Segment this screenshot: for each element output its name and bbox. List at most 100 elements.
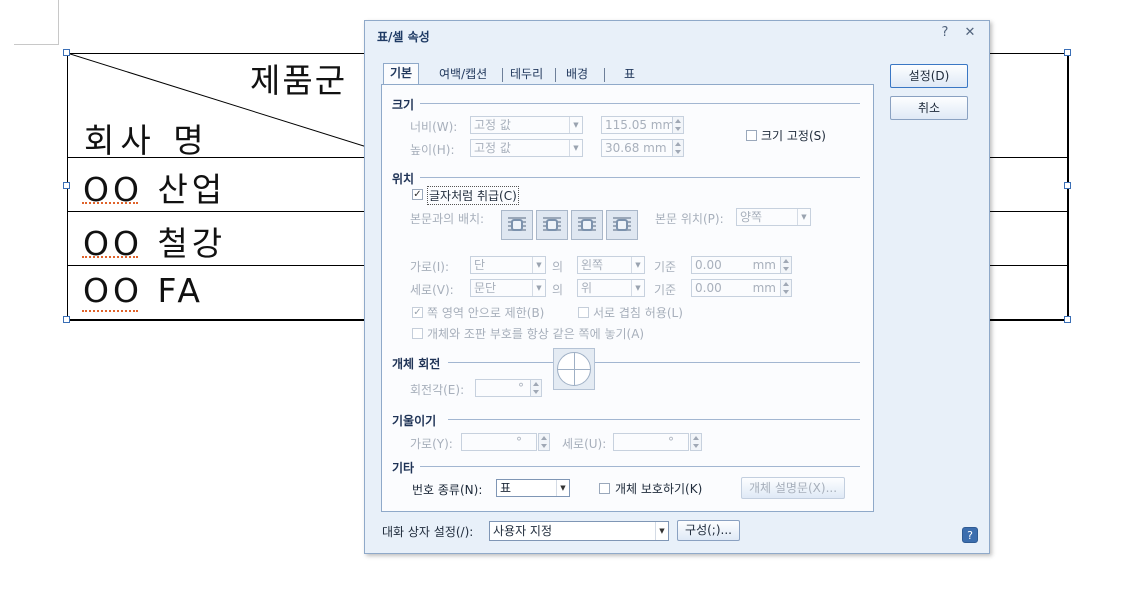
horiz-value-input[interactable]: 0.00 mm — [691, 256, 781, 274]
number-type-label: 번호 종류(N): — [412, 483, 483, 497]
resize-handle[interactable] — [1064, 316, 1071, 323]
rotation-dial-icon — [553, 348, 595, 390]
text-position-select[interactable]: 양쪽 ▼ — [736, 208, 811, 226]
rotation-angle-input[interactable]: ° — [475, 379, 531, 397]
chevron-down-icon: ▼ — [569, 117, 582, 133]
text-position-value: 양쪽 — [740, 210, 763, 224]
tab-border[interactable]: 테두리 — [510, 65, 543, 84]
table-row: OO FA — [83, 271, 204, 310]
height-label: 높이(H): — [410, 143, 455, 157]
vert-align-value: 위 — [581, 281, 593, 295]
skew-horiz-input[interactable]: ° — [461, 433, 537, 451]
section-rotation: 개체 회전 — [392, 357, 441, 371]
tab-basic[interactable]: 기본 — [383, 63, 420, 85]
tab-separator — [604, 68, 605, 82]
allow-overlap-checkbox[interactable] — [578, 307, 589, 318]
horiz-label: 가로(I): — [410, 260, 450, 274]
chevron-down-icon: ▼ — [569, 140, 582, 156]
rotation-spinner[interactable] — [530, 379, 542, 397]
protect-object-checkbox[interactable] — [599, 483, 610, 494]
object-description-button[interactable]: 개체 설명문(X)... — [741, 477, 845, 499]
cancel-button[interactable]: 취소 — [890, 96, 968, 120]
wrap-behind-text-icon[interactable] — [571, 210, 603, 240]
skew-vert-label: 세로(U): — [562, 437, 607, 451]
tab-margin-caption[interactable]: 여백/캡션 — [439, 65, 487, 84]
page-corner-mark — [58, 0, 59, 44]
horiz-of-label: 의 — [552, 260, 564, 274]
number-type-value: 표 — [500, 481, 512, 495]
compose-button[interactable]: 구성(;)... — [677, 520, 740, 541]
horiz-base-label: 기준 — [654, 260, 677, 274]
vert-base-label: 기준 — [654, 283, 677, 297]
skew-vert-input[interactable]: ° — [613, 433, 689, 451]
tab-table[interactable]: 표 — [624, 65, 635, 84]
skew-vert-spinner[interactable] — [690, 433, 702, 451]
help-icon[interactable]: ? — [962, 527, 978, 543]
number-type-select[interactable]: 표 ▼ — [496, 479, 570, 497]
section-divider — [420, 103, 860, 104]
header-company-name: 회사 명 — [84, 121, 210, 160]
wrap-top-bottom-icon[interactable] — [536, 210, 568, 240]
resize-handle[interactable] — [63, 49, 70, 56]
resize-handle[interactable] — [1064, 49, 1071, 56]
same-page-label: 개체와 조판 부호를 항상 같은 쪽에 놓기(A) — [427, 327, 645, 341]
tab-separator — [555, 68, 556, 82]
section-misc: 기타 — [392, 461, 415, 475]
height-value-input[interactable]: 30.68 mm — [601, 139, 673, 157]
skew-horiz-unit: ° — [516, 435, 522, 449]
section-divider — [448, 419, 860, 420]
horiz-unit: mm — [752, 258, 776, 272]
vert-unit: mm — [752, 281, 776, 295]
horiz-align-value: 왼쪽 — [581, 258, 604, 272]
width-value: 115.05 mm — [605, 118, 673, 132]
chevron-down-icon: ▼ — [655, 522, 668, 540]
vert-value: 0.00 — [695, 281, 722, 295]
limit-area-label: 쪽 영역 안으로 제한(B) — [427, 306, 545, 320]
fix-size-checkbox[interactable] — [746, 130, 757, 141]
tab-background[interactable]: 배경 — [566, 65, 588, 84]
treat-as-char-checkbox[interactable]: ✓ — [412, 189, 423, 200]
chevron-down-icon: ▼ — [631, 257, 644, 273]
vert-mode-select[interactable]: 문단 ▼ — [470, 279, 546, 297]
skew-vert-unit: ° — [668, 435, 674, 449]
horiz-align-select[interactable]: 왼쪽 ▼ — [577, 256, 645, 274]
width-spinner[interactable] — [672, 116, 684, 134]
help-icon[interactable]: ? — [937, 25, 953, 41]
horiz-value: 0.00 — [695, 258, 722, 272]
vert-mode-value: 문단 — [474, 281, 497, 295]
resize-handle[interactable] — [63, 316, 70, 323]
wrap-square-icon[interactable] — [501, 210, 533, 240]
tab-panel: 크기 너비(W): 고정 값 ▼ 115.05 mm 높이(H): 고정 값 ▼ 3… — [381, 84, 874, 512]
horiz-mode-select[interactable]: 단 ▼ — [470, 256, 546, 274]
dialog-settings-label: 대화 상자 설정(/): — [382, 525, 474, 539]
text-arrange-label: 본문과의 배치: — [410, 212, 485, 226]
vert-align-select[interactable]: 위 ▼ — [577, 279, 645, 297]
horiz-spinner[interactable] — [780, 256, 792, 274]
vert-spinner[interactable] — [780, 279, 792, 297]
width-value-input[interactable]: 115.05 mm — [601, 116, 673, 134]
fix-size-label: 크기 고정(S) — [761, 129, 826, 143]
resize-handle[interactable] — [63, 182, 70, 189]
section-divider — [420, 466, 860, 467]
height-spinner[interactable] — [672, 139, 684, 157]
vert-value-input[interactable]: 0.00 mm — [691, 279, 781, 297]
chevron-down-icon: ▼ — [532, 280, 545, 296]
section-divider — [448, 362, 860, 363]
close-icon[interactable]: ✕ — [962, 25, 978, 41]
protect-object-label: 개체 보호하기(K) — [615, 482, 703, 496]
same-page-checkbox[interactable] — [412, 328, 423, 339]
horiz-mode-value: 단 — [474, 258, 486, 272]
wrap-in-front-icon[interactable] — [606, 210, 638, 240]
treat-as-char-label: 글자처럼 취급(C) — [427, 186, 519, 205]
dialog-settings-select[interactable]: 사용자 지정 ▼ — [489, 521, 669, 541]
page-corner-mark — [14, 44, 59, 45]
limit-area-checkbox[interactable]: ✓ — [412, 307, 423, 318]
table-cell-properties-dialog: 표/셀 속성 ? ✕ 기본 여백/캡션 테두리 배경 표 설정(D) 취소 크기… — [364, 20, 990, 554]
resize-handle[interactable] — [1064, 182, 1071, 189]
skew-horiz-spinner[interactable] — [538, 433, 550, 451]
vert-of-label: 의 — [552, 283, 564, 297]
width-mode-select[interactable]: 고정 값 ▼ — [470, 116, 583, 134]
ok-button[interactable]: 설정(D) — [890, 64, 968, 88]
height-mode-select[interactable]: 고정 값 ▼ — [470, 139, 583, 157]
section-divider — [420, 177, 860, 178]
